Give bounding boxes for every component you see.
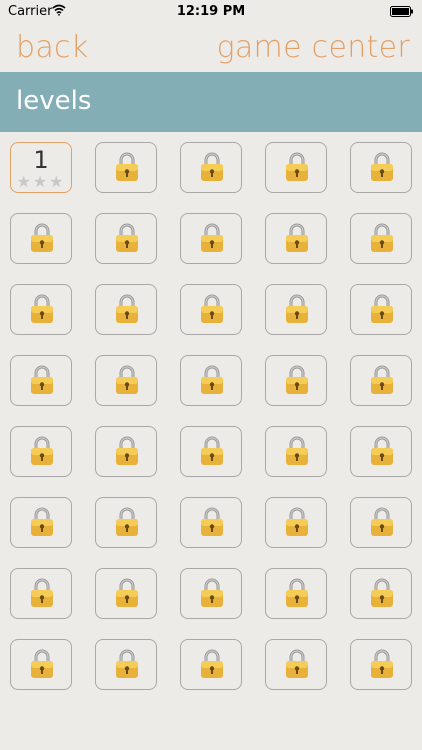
locked-level-button[interactable] (95, 355, 157, 406)
lock-icon (200, 507, 224, 537)
locked-level-button[interactable] (350, 355, 412, 406)
lock-icon (200, 223, 224, 253)
battery-icon (390, 6, 413, 17)
locked-level-button[interactable] (350, 497, 412, 548)
lock-icon (370, 649, 394, 679)
lock-icon (370, 578, 394, 608)
locked-level-button[interactable] (95, 639, 157, 690)
locked-level-button[interactable] (265, 284, 327, 335)
locked-level-button[interactable] (95, 213, 157, 264)
page-title: levels (16, 86, 92, 116)
locked-level-button[interactable] (180, 355, 242, 406)
locked-level-button[interactable] (265, 639, 327, 690)
locked-level-button[interactable] (350, 284, 412, 335)
lock-icon (285, 152, 309, 182)
locked-level-button[interactable] (350, 213, 412, 264)
lock-icon (370, 436, 394, 466)
lock-icon (30, 365, 54, 395)
locked-level-button[interactable] (10, 284, 72, 335)
locked-level-button[interactable] (10, 639, 72, 690)
lock-icon (370, 294, 394, 324)
locked-level-button[interactable] (265, 497, 327, 548)
lock-icon (115, 223, 139, 253)
lock-icon (115, 152, 139, 182)
lock-icon (115, 294, 139, 324)
locked-level-button[interactable] (180, 142, 242, 193)
locked-level-button[interactable] (180, 213, 242, 264)
lock-icon (200, 152, 224, 182)
locked-level-button[interactable] (350, 142, 412, 193)
locked-level-button[interactable] (10, 213, 72, 264)
locked-level-button[interactable] (95, 497, 157, 548)
lock-icon (370, 507, 394, 537)
level-grid: 1 ★★★ (10, 142, 412, 690)
locked-level-button[interactable] (180, 284, 242, 335)
locked-level-button[interactable] (180, 639, 242, 690)
game-center-button[interactable]: game center (217, 30, 410, 65)
locked-level-button[interactable] (10, 568, 72, 619)
star-rating: ★★★ (16, 172, 66, 191)
lock-icon (370, 365, 394, 395)
lock-icon (200, 365, 224, 395)
back-button[interactable]: back (16, 30, 89, 65)
lock-icon (370, 223, 394, 253)
locked-level-button[interactable] (95, 142, 157, 193)
locked-level-button[interactable] (265, 142, 327, 193)
lock-icon (285, 294, 309, 324)
lock-icon (30, 578, 54, 608)
locked-level-button[interactable] (95, 568, 157, 619)
lock-icon (200, 649, 224, 679)
lock-icon (115, 365, 139, 395)
lock-icon (30, 223, 54, 253)
lock-icon (285, 578, 309, 608)
locked-level-button[interactable] (180, 497, 242, 548)
locked-level-button[interactable] (10, 497, 72, 548)
lock-icon (200, 294, 224, 324)
lock-icon (30, 294, 54, 324)
lock-icon (115, 436, 139, 466)
lock-icon (285, 507, 309, 537)
lock-icon (115, 507, 139, 537)
locked-level-button[interactable] (265, 568, 327, 619)
level-button-1[interactable]: 1 ★★★ (10, 142, 72, 193)
lock-icon (115, 578, 139, 608)
lock-icon (285, 223, 309, 253)
lock-icon (200, 436, 224, 466)
lock-icon (285, 436, 309, 466)
levels-header: levels (0, 72, 422, 132)
lock-icon (285, 365, 309, 395)
level-number: 1 (33, 146, 49, 174)
lock-icon (370, 152, 394, 182)
locked-level-button[interactable] (10, 355, 72, 406)
locked-level-button[interactable] (265, 213, 327, 264)
status-time: 12:19 PM (176, 4, 246, 19)
lock-icon (30, 436, 54, 466)
lock-icon (200, 578, 224, 608)
locked-level-button[interactable] (265, 426, 327, 477)
lock-icon (115, 649, 139, 679)
lock-icon (285, 649, 309, 679)
locked-level-button[interactable] (265, 355, 327, 406)
locked-level-button[interactable] (10, 426, 72, 477)
lock-icon (30, 507, 54, 537)
locked-level-button[interactable] (350, 639, 412, 690)
locked-level-button[interactable] (180, 568, 242, 619)
locked-level-button[interactable] (95, 284, 157, 335)
locked-level-button[interactable] (95, 426, 157, 477)
locked-level-button[interactable] (350, 426, 412, 477)
locked-level-button[interactable] (350, 568, 412, 619)
lock-icon (30, 649, 54, 679)
locked-level-button[interactable] (180, 426, 242, 477)
status-bar: Carrier 12:19 PM (0, 0, 422, 24)
